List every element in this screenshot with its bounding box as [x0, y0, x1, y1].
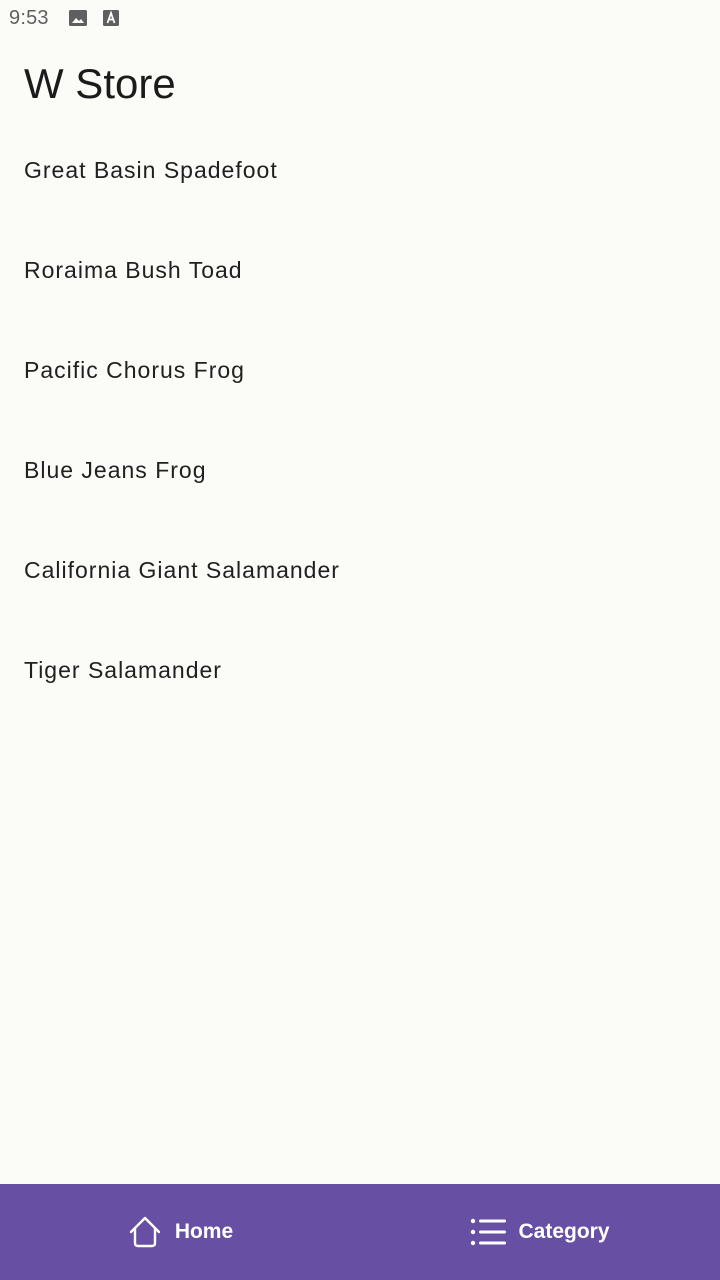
list-icon [470, 1214, 507, 1250]
bottom-navigation: Home Category [0, 1184, 720, 1280]
font-download-icon [103, 10, 121, 26]
status-bar: 9:53 [0, 0, 720, 36]
page-title: W Store [24, 60, 176, 107]
nav-category-label: Category [518, 1220, 610, 1243]
home-icon [127, 1214, 163, 1250]
nav-home-label: Home [174, 1220, 234, 1243]
image-icon [69, 10, 87, 26]
list-item[interactable]: Great Basin Spadefoot [0, 120, 720, 220]
list-item[interactable]: Pacific Chorus Frog [0, 320, 720, 420]
nav-category-button[interactable]: Category [360, 1184, 720, 1280]
nav-home-button[interactable]: Home [0, 1184, 360, 1280]
status-time: 9:53 [9, 7, 49, 29]
list-item[interactable]: Tiger Salamander [0, 620, 720, 720]
product-list: Great Basin Spadefoot Roraima Bush Toad … [0, 120, 720, 720]
list-item[interactable]: Roraima Bush Toad [0, 220, 720, 320]
list-item[interactable]: California Giant Salamander [0, 520, 720, 620]
list-item[interactable]: Blue Jeans Frog [0, 420, 720, 520]
